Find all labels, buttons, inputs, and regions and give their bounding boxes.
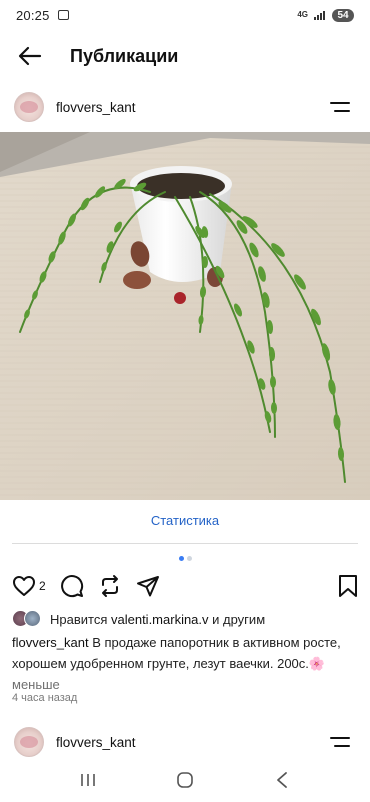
recent-apps-icon [81, 774, 96, 786]
signal-icon [314, 10, 326, 20]
comment-icon [60, 575, 83, 598]
recent-apps-button[interactable] [68, 760, 108, 800]
carousel-dot [186, 556, 192, 561]
carousel-indicator [0, 556, 370, 561]
likes-suffix: и другим [208, 611, 266, 627]
statistics-link[interactable]: Статистика [0, 513, 370, 528]
divider [12, 543, 358, 544]
show-less-link[interactable]: меньше [12, 677, 60, 692]
post-timestamp: 4 часа назад [12, 692, 78, 704]
repost-button[interactable] [98, 574, 122, 598]
back-button[interactable] [0, 36, 60, 76]
send-icon [136, 576, 159, 597]
avatar-logo [20, 101, 38, 113]
post-photo[interactable] [0, 132, 370, 500]
next-post-username[interactable]: flovvers_kant [56, 735, 136, 750]
likes-summary[interactable]: Нравится valenti.markina.v и другим [12, 609, 265, 629]
nav-back-icon [276, 772, 287, 788]
next-post-menu-button[interactable] [330, 732, 356, 752]
status-indicators: 4G 54 [297, 8, 354, 22]
home-icon [177, 772, 193, 788]
liked-by-username[interactable]: valenti.markina.v [111, 612, 209, 627]
status-time: 20:25 [16, 7, 50, 23]
bookmark-icon [339, 575, 357, 597]
save-button[interactable] [338, 574, 358, 598]
carousel-dot-active [178, 556, 184, 561]
post-menu-button[interactable] [330, 97, 356, 117]
post-username[interactable]: flovvers_kant [56, 100, 136, 115]
avatar[interactable] [14, 727, 44, 757]
page-title: Публикации [70, 45, 179, 66]
liker-avatars [12, 610, 44, 628]
nav-back-button[interactable] [262, 760, 302, 800]
likes-prefix: Нравится [50, 611, 111, 627]
caption-username[interactable]: flovvers_kant [12, 635, 89, 650]
fern-photo-image [0, 132, 370, 500]
system-nav-bar [0, 758, 370, 802]
status-bar: 20:25 4G 54 [0, 0, 370, 30]
post-caption: flovvers_kant В продаже папоротник в акт… [12, 632, 358, 695]
menu-icon-line [334, 110, 350, 112]
share-button[interactable] [136, 574, 160, 598]
menu-icon-line [330, 102, 350, 104]
like-count[interactable]: 2 [39, 579, 46, 593]
arrow-left-icon [18, 46, 42, 66]
flower-emoji: 🌸 [308, 656, 326, 671]
battery-indicator: 54 [332, 8, 354, 22]
avatar[interactable] [14, 92, 44, 122]
avatar [24, 610, 41, 627]
home-button[interactable] [165, 760, 205, 800]
network-type: 4G [297, 10, 308, 19]
post-header: flovvers_kant [0, 85, 370, 129]
heart-icon [13, 576, 35, 596]
menu-icon-line [330, 737, 350, 739]
avatar-logo [20, 736, 38, 748]
like-button[interactable]: 2 [12, 575, 46, 597]
post-actions: 2 [0, 572, 370, 600]
repost-icon [101, 575, 118, 597]
top-bar: Публикации [0, 36, 370, 76]
screenshot-notification-icon [57, 10, 69, 20]
likes-text: Нравится valenti.markina.v и другим [50, 612, 265, 627]
menu-icon-line [334, 745, 350, 747]
comment-button[interactable] [60, 574, 84, 598]
